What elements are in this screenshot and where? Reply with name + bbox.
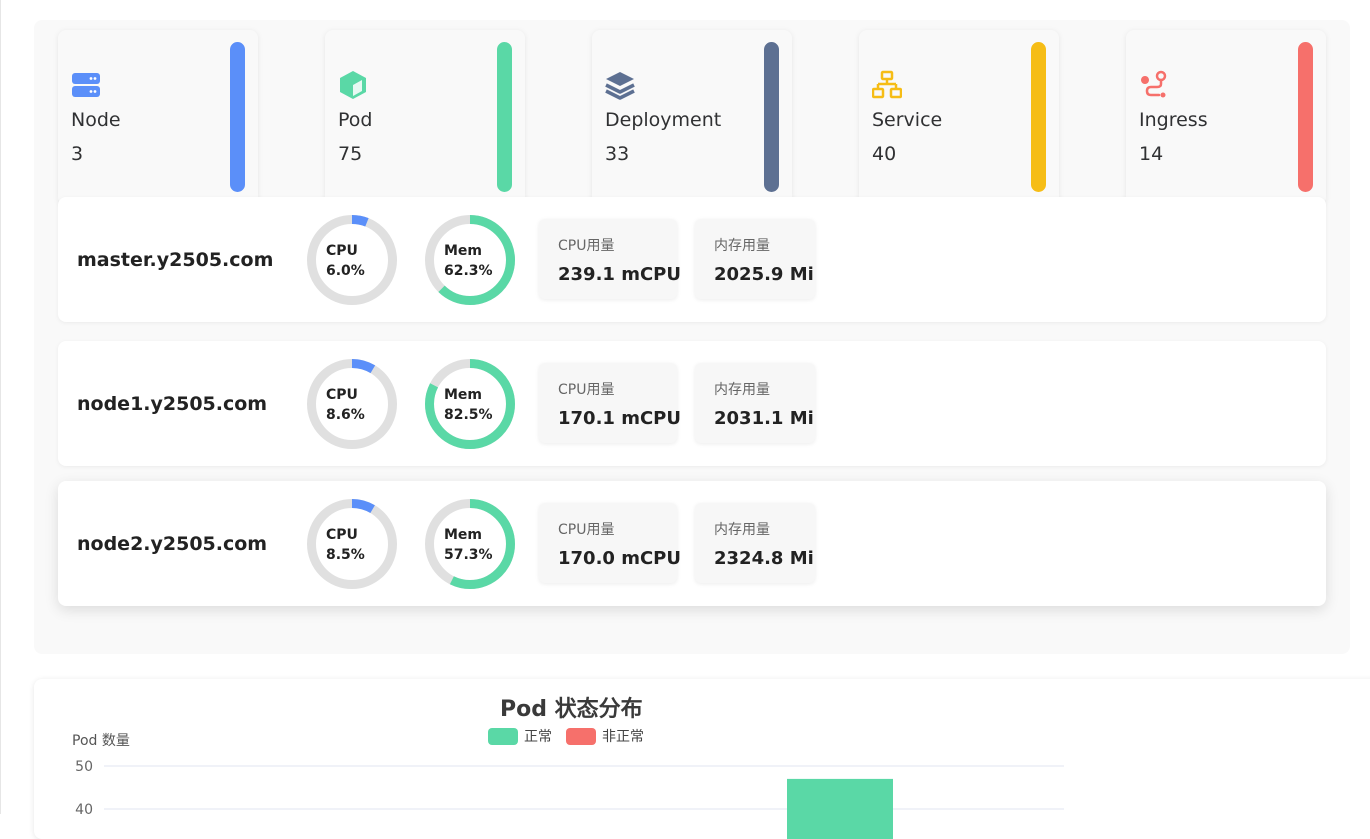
ring-percent: 62.3%: [444, 263, 493, 279]
cpu-usage-box: CPU用量 239.1 mCPU: [539, 219, 681, 299]
ring-label: Mem: [444, 387, 483, 403]
cpu-usage-box: CPU用量 170.0 mCPU: [539, 503, 681, 583]
mem-usage-box: 内存用量 2031.1 Mi: [695, 363, 815, 443]
cpu-usage-box: CPU用量 170.1 mCPU: [539, 363, 681, 443]
metric-value: 2324.8 Mi: [714, 548, 814, 569]
metric-value: 2031.1 Mi: [714, 408, 814, 429]
stat-card-node[interactable]: Node 3: [58, 30, 258, 205]
ring-label: CPU: [326, 387, 358, 403]
ring-percent: 57.3%: [444, 547, 493, 563]
metric-value: 239.1 mCPU: [558, 264, 681, 285]
pod-status-chart: 50 40: [75, 759, 1064, 839]
y-tick-label: 40: [75, 802, 93, 818]
server-icon: [72, 73, 100, 97]
stat-value: 75: [338, 143, 363, 165]
stat-accent-bar: [230, 42, 245, 192]
metric-label: 内存用量: [714, 522, 770, 538]
node-row-node1[interactable]: node1.y2505.com CPU 8.6% Mem 82.5% CPU用量…: [58, 341, 1326, 466]
cube-icon: [340, 71, 366, 99]
metric-label: CPU用量: [558, 382, 615, 398]
stat-value: 33: [605, 143, 630, 165]
stat-accent-bar: [1031, 42, 1046, 192]
pod-status-chart-card: Pod 状态分布 正常 非正常 Pod 数量 50 40: [34, 679, 1370, 839]
node-name: master.y2505.com: [77, 249, 274, 271]
stat-label: Node: [71, 109, 121, 131]
mem-ring-chart: Mem 62.3%: [424, 214, 516, 306]
bar-normal: [787, 778, 893, 839]
stat-card-pod[interactable]: Pod 75: [325, 30, 525, 205]
metric-value: 170.1 mCPU: [558, 408, 681, 429]
stat-card-deployment[interactable]: Deployment 33: [592, 30, 792, 205]
metric-label: 内存用量: [714, 382, 770, 398]
network-icon: [872, 70, 902, 99]
route-icon: [1141, 70, 1167, 98]
stat-label: Ingress: [1139, 109, 1208, 131]
cpu-ring-chart: CPU 8.6%: [306, 358, 398, 450]
cpu-ring-chart: CPU 6.0%: [306, 214, 398, 306]
ring-percent: 6.0%: [326, 263, 365, 279]
metric-value: 2025.9 Mi: [714, 264, 814, 285]
metric-label: 内存用量: [714, 238, 770, 254]
stat-label: Pod: [338, 109, 373, 131]
node-row-master[interactable]: master.y2505.com CPU 6.0% Mem 62.3% CPU用…: [58, 197, 1326, 322]
mem-ring-chart: Mem 57.3%: [424, 498, 516, 590]
mem-ring-chart: Mem 82.5%: [424, 358, 516, 450]
ring-percent: 8.6%: [326, 407, 365, 423]
ring-label: Mem: [444, 527, 483, 543]
mem-usage-box: 内存用量 2025.9 Mi: [695, 219, 815, 299]
stat-accent-bar: [1298, 42, 1313, 192]
stat-label: Deployment: [605, 109, 722, 131]
metric-value: 170.0 mCPU: [558, 548, 681, 569]
stat-card-service[interactable]: Service 40: [859, 30, 1059, 205]
stat-value: 40: [872, 143, 897, 165]
ring-percent: 8.5%: [326, 547, 365, 563]
ring-label: Mem: [444, 243, 483, 259]
ring-percent: 82.5%: [444, 407, 493, 423]
stat-card-ingress[interactable]: Ingress 14: [1126, 30, 1326, 205]
ring-label: CPU: [326, 243, 358, 259]
stat-accent-bar: [764, 42, 779, 192]
stat-label: Service: [872, 109, 943, 131]
layers-icon: [605, 72, 635, 100]
stat-accent-bar: [497, 42, 512, 192]
left-divider: [0, 0, 1, 814]
node-name: node2.y2505.com: [77, 533, 268, 555]
mem-usage-box: 内存用量 2324.8 Mi: [695, 503, 815, 583]
stat-value: 3: [71, 143, 84, 165]
stat-value: 14: [1139, 143, 1164, 165]
metric-label: CPU用量: [558, 238, 615, 254]
node-row-node2[interactable]: node2.y2505.com CPU 8.5% Mem 57.3% CPU用量…: [58, 481, 1326, 606]
ring-label: CPU: [326, 527, 358, 543]
metric-label: CPU用量: [558, 522, 615, 538]
node-name: node1.y2505.com: [77, 393, 268, 415]
cpu-ring-chart: CPU 8.5%: [306, 498, 398, 590]
y-tick-label: 50: [75, 759, 93, 775]
